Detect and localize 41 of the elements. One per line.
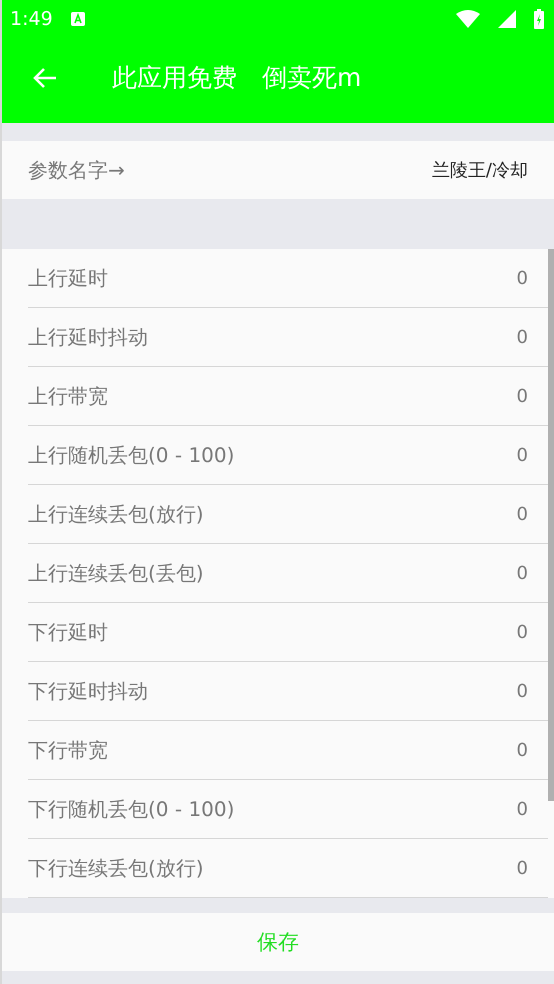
- setting-row[interactable]: 上行延时 0: [28, 249, 548, 308]
- setting-label: 下行随机丢包(0 - 100): [28, 796, 234, 822]
- setting-label: 下行延时: [28, 618, 108, 646]
- status-time: 1:49: [10, 8, 53, 30]
- setting-label: 上行随机丢包(0 - 100): [28, 442, 234, 468]
- setting-value: 0: [516, 562, 528, 584]
- setting-label: 下行延时抖动: [28, 678, 148, 704]
- setting-label: 下行带宽: [28, 736, 108, 764]
- setting-value: 0: [516, 740, 528, 760]
- setting-row[interactable]: 下行带宽 0: [28, 721, 548, 780]
- setting-row[interactable]: 上行带宽 0: [28, 367, 548, 426]
- setting-row[interactable]: 下行连续丢包(放行) 0: [28, 839, 548, 898]
- wifi-icon: [456, 10, 480, 28]
- setting-label: 下行连续丢包(放行): [28, 854, 204, 882]
- setting-row[interactable]: 上行连续丢包(放行) 0: [28, 485, 548, 544]
- setting-value: 0: [516, 444, 528, 466]
- notification-icon: [70, 12, 85, 26]
- setting-row[interactable]: 下行延时 0: [28, 603, 548, 662]
- setting-value: 0: [516, 680, 528, 702]
- setting-value: 0: [516, 386, 528, 406]
- setting-label: 上行带宽: [28, 382, 108, 410]
- setting-label: 上行延时抖动: [28, 324, 148, 350]
- param-name-label: 参数名字→: [28, 156, 125, 184]
- setting-value: 0: [516, 798, 528, 820]
- setting-row[interactable]: 下行延时抖动 0: [28, 662, 548, 721]
- setting-value: 0: [516, 858, 528, 878]
- signal-icon: [498, 10, 516, 28]
- battery-icon: [534, 9, 544, 29]
- param-name-value: 兰陵王/冷却: [432, 159, 528, 182]
- setting-row[interactable]: 上行随机丢包(0 - 100) 0: [28, 426, 548, 485]
- setting-value: 0: [516, 326, 528, 348]
- setting-label: 上行延时: [28, 264, 108, 292]
- setting-label: 上行连续丢包(放行): [28, 500, 204, 528]
- setting-value: 0: [516, 622, 528, 642]
- setting-row[interactable]: 上行连续丢包(丢包) 0: [28, 544, 548, 603]
- app-title: 此应用免费 倒卖死m: [112, 62, 362, 94]
- setting-value: 0: [516, 268, 528, 288]
- setting-value: 0: [516, 504, 528, 524]
- setting-row[interactable]: 上行延时抖动 0: [28, 308, 548, 367]
- setting-label: 上行连续丢包(丢包): [28, 560, 204, 586]
- setting-row[interactable]: 下行随机丢包(0 - 100) 0: [28, 780, 548, 839]
